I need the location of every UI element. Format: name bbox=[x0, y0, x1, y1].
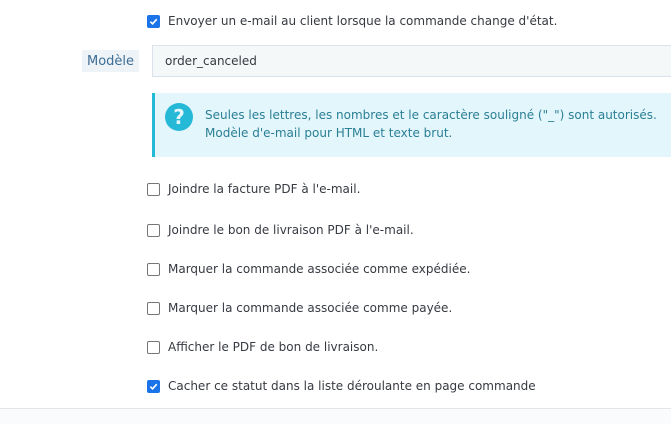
check-icon bbox=[149, 18, 158, 25]
hide-status-label: Cacher ce statut dans la liste déroulant… bbox=[168, 379, 536, 393]
option-show-delivery-pdf[interactable]: Afficher le PDF de bon de livraison. bbox=[147, 337, 378, 357]
attach-invoice-label: Joindre la facture PDF à l'e-mail. bbox=[168, 182, 361, 196]
attach-delivery-slip-label: Joindre le bon de livraison PDF à l'e-ma… bbox=[168, 223, 414, 237]
send-email-option[interactable]: Envoyer un e-mail au client lorsque la c… bbox=[147, 11, 557, 31]
question-circle-icon: ? bbox=[165, 103, 193, 131]
mark-shipped-label: Marquer la commande associée comme expéd… bbox=[168, 262, 471, 276]
template-input[interactable]: order_canceled bbox=[152, 45, 671, 77]
mark-paid-label: Marquer la commande associée comme payée… bbox=[168, 301, 453, 315]
mark-shipped-checkbox[interactable] bbox=[147, 262, 160, 276]
show-delivery-pdf-label: Afficher le PDF de bon de livraison. bbox=[168, 340, 379, 354]
attach-invoice-checkbox[interactable] bbox=[147, 182, 160, 196]
template-help-alert: ? Seules les lettres, les nombres et le … bbox=[152, 93, 671, 157]
show-delivery-pdf-checkbox[interactable] bbox=[147, 340, 160, 354]
hide-status-checkbox[interactable] bbox=[147, 379, 160, 393]
check-icon bbox=[149, 383, 158, 390]
help-text-line-2: Modèle d'e-mail pour HTML et texte brut. bbox=[205, 126, 453, 140]
footer-area bbox=[0, 409, 671, 424]
help-text-line-1: Seules les lettres, les nombres et le ca… bbox=[205, 108, 657, 122]
attach-delivery-slip-checkbox[interactable] bbox=[147, 223, 160, 237]
option-hide-status[interactable]: Cacher ce statut dans la liste déroulant… bbox=[147, 376, 536, 396]
option-attach-delivery-slip[interactable]: Joindre le bon de livraison PDF à l'e-ma… bbox=[147, 220, 414, 240]
send-email-checkbox[interactable] bbox=[147, 14, 160, 28]
option-mark-paid[interactable]: Marquer la commande associée comme payée… bbox=[147, 298, 452, 318]
template-label: Modèle bbox=[82, 50, 140, 72]
option-mark-shipped[interactable]: Marquer la commande associée comme expéd… bbox=[147, 259, 470, 279]
send-email-label: Envoyer un e-mail au client lorsque la c… bbox=[168, 14, 558, 28]
mark-paid-checkbox[interactable] bbox=[147, 301, 160, 315]
option-attach-invoice[interactable]: Joindre la facture PDF à l'e-mail. bbox=[147, 179, 360, 199]
